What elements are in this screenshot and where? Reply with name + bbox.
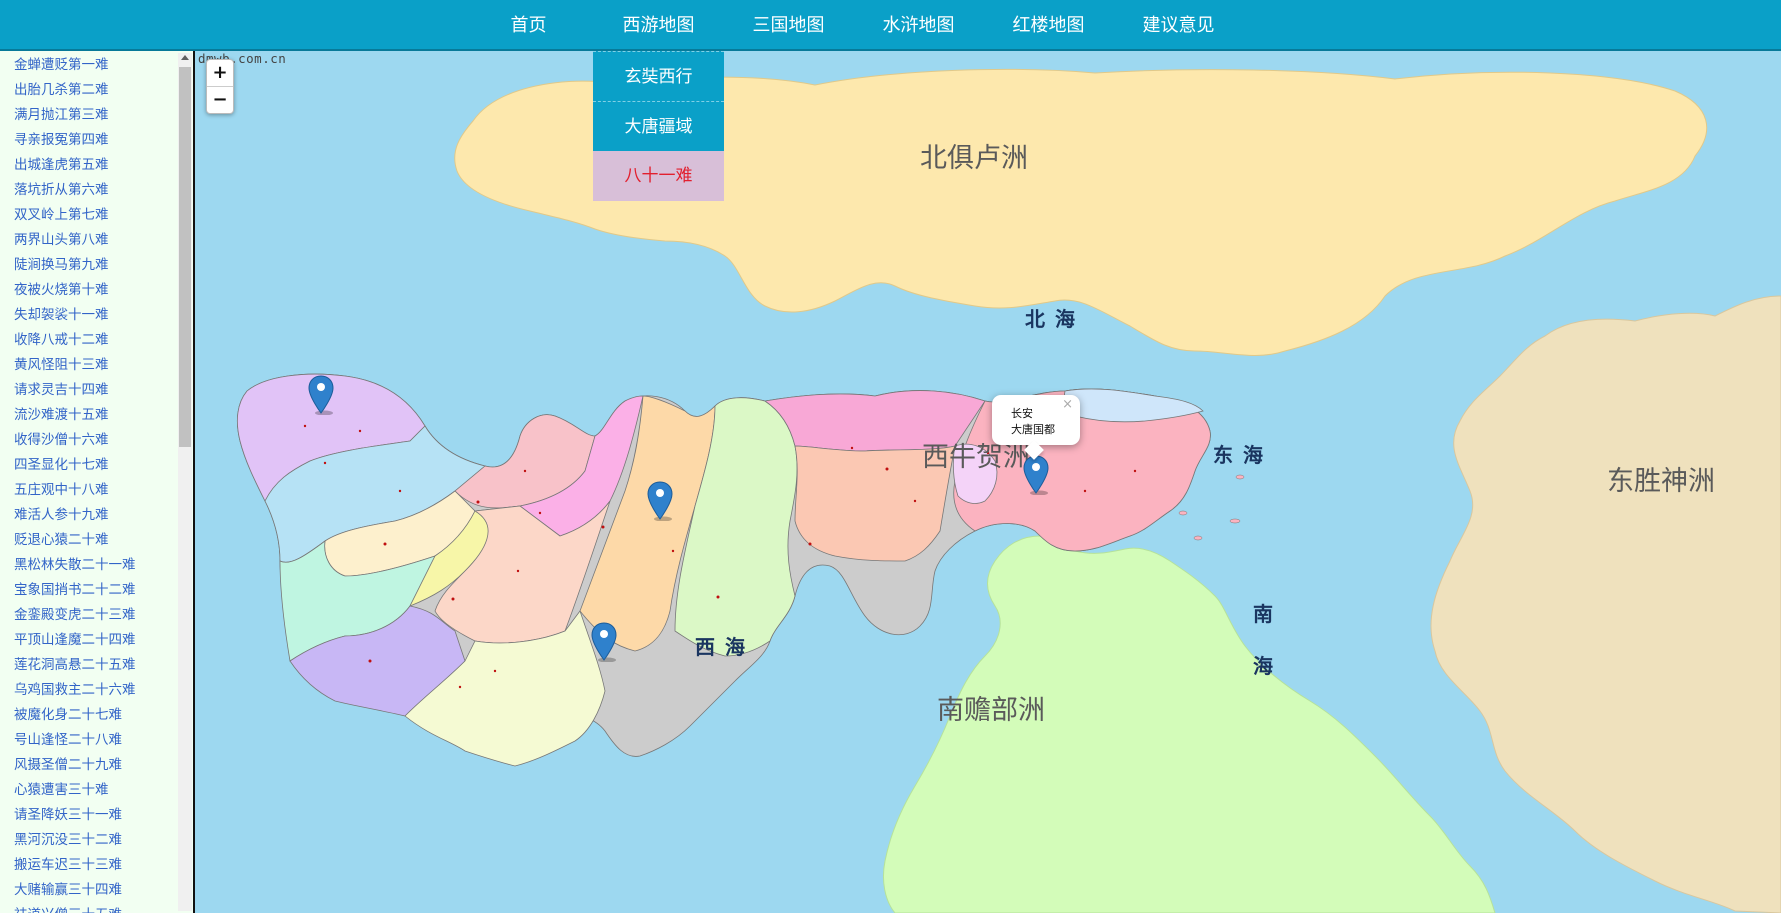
- sidebar-item[interactable]: 五庄观中十八难: [14, 478, 193, 503]
- sidebar-item[interactable]: 平顶山逢魔二十四难: [14, 628, 193, 653]
- sidebar-item[interactable]: 收得沙僧十六难: [14, 428, 193, 453]
- sidebar-item[interactable]: 风摄圣僧二十九难: [14, 753, 193, 778]
- sidebar-item[interactable]: 黑松林失散二十一难: [14, 553, 193, 578]
- sidebar-item[interactable]: 号山逢怪二十八难: [14, 728, 193, 753]
- label-south-sea-top: 南: [1253, 602, 1273, 626]
- sidebar-item[interactable]: 莲花洞高悬二十五难: [14, 653, 193, 678]
- sidebar-item[interactable]: 双叉岭上第七难: [14, 203, 193, 228]
- sidebar-item[interactable]: 大赌输赢三十四难: [14, 878, 193, 903]
- close-icon[interactable]: ×: [1062, 397, 1073, 412]
- nav-shuihu-map[interactable]: 水浒地图: [853, 0, 984, 51]
- sidebar-item[interactable]: 陡涧换马第九难: [14, 253, 193, 278]
- label-south-continent: 南赡部洲: [937, 695, 1045, 726]
- zoom-in-button[interactable]: +: [207, 60, 233, 86]
- map-view[interactable]: dmwb.com.cn + − 北俱卢洲 西牛贺洲 东胜神洲 南赡部洲 北海 东…: [195, 51, 1781, 913]
- sidebar-item[interactable]: 被魔化身二十七难: [14, 703, 193, 728]
- sidebar-item[interactable]: 贬退心猿二十难: [14, 528, 193, 553]
- east-continent: [1430, 295, 1781, 913]
- map-marker-icon[interactable]: [647, 481, 673, 521]
- sidebar-item[interactable]: 搬运车迟三十三难: [14, 853, 193, 878]
- sidebar-scrollbar[interactable]: [178, 53, 192, 911]
- map-marker-icon[interactable]: [308, 375, 334, 415]
- island: [1193, 535, 1203, 541]
- sidebar-item[interactable]: 失却袈裟十一难: [14, 303, 193, 328]
- sidebar-item[interactable]: 祛道兴僧三十五难: [14, 903, 193, 913]
- sidebar-item[interactable]: 请圣降妖三十一难: [14, 803, 193, 828]
- sidebar-item[interactable]: 流沙难渡十五难: [14, 403, 193, 428]
- nav-suggestions[interactable]: 建议意见: [1113, 0, 1244, 51]
- scrollbar-thumb[interactable]: [179, 67, 191, 447]
- island: [1178, 510, 1188, 516]
- sidebar-item[interactable]: 金蝉遭贬第一难: [14, 53, 193, 78]
- nav-home[interactable]: 首页: [463, 0, 594, 51]
- difficulty-list: 金蝉遭贬第一难 出胎几杀第二难 满月抛江第三难 寻亲报冤第四难 出城逢虎第五难 落坑折从第…: [0, 51, 193, 913]
- sidebar-item[interactable]: 黑河沉没三十二难: [14, 828, 193, 853]
- sidebar-item[interactable]: 心猿遭害三十难: [14, 778, 193, 803]
- zoom-out-button[interactable]: −: [207, 86, 233, 113]
- menu-item-eighty-one-hardships[interactable]: 八十一难: [593, 151, 724, 201]
- sidebar-item[interactable]: 请求灵吉十四难: [14, 378, 193, 403]
- xiyou-dropdown-menu: 玄奘西行 大唐疆域 八十一难: [593, 51, 724, 201]
- zoom-control: + −: [206, 59, 234, 114]
- sidebar-item[interactable]: 四圣显化十七难: [14, 453, 193, 478]
- island: [1229, 518, 1241, 524]
- sidebar-item[interactable]: 出胎几杀第二难: [14, 78, 193, 103]
- sidebar-item[interactable]: 夜被火烧第十难: [14, 278, 193, 303]
- sidebar-item[interactable]: 收降八戒十二难: [14, 328, 193, 353]
- scroll-up-arrow-icon[interactable]: [181, 55, 189, 60]
- nav-sanguo-map[interactable]: 三国地图: [723, 0, 854, 51]
- map-marker-icon[interactable]: [1023, 455, 1049, 495]
- label-north-continent: 北俱卢洲: [920, 143, 1028, 174]
- menu-item-tang-territory[interactable]: 大唐疆域: [593, 101, 724, 151]
- label-east-sea: 东海: [1213, 443, 1273, 467]
- sidebar-item[interactable]: 满月抛江第三难: [14, 103, 193, 128]
- sidebar: 金蝉遭贬第一难 出胎几杀第二难 满月抛江第三难 寻亲报冤第四难 出城逢虎第五难 落坑折从第…: [0, 51, 195, 913]
- popup-title: 长安: [1011, 407, 1033, 420]
- sidebar-item[interactable]: 金銮殿变虎二十三难: [14, 603, 193, 628]
- label-east-continent: 东胜神洲: [1607, 466, 1715, 497]
- label-west-sea: 西海: [695, 635, 755, 659]
- nav-xiyou-map[interactable]: 西游地图: [593, 0, 724, 51]
- top-nav: 首页 西游地图 三国地图 水浒地图 红楼地图 建议意见: [0, 0, 1781, 51]
- map-popup: 长安 大唐国都 ×: [992, 395, 1080, 460]
- label-south-sea-bottom: 海: [1253, 654, 1273, 678]
- sidebar-item[interactable]: 难活人参十九难: [14, 503, 193, 528]
- map-canvas: [236, 68, 1781, 913]
- sidebar-item[interactable]: 落坑折从第六难: [14, 178, 193, 203]
- menu-item-xuanzang-journey[interactable]: 玄奘西行: [593, 51, 724, 101]
- sidebar-item[interactable]: 乌鸡国救主二十六难: [14, 678, 193, 703]
- sidebar-item[interactable]: 寻亲报冤第四难: [14, 128, 193, 153]
- sidebar-item[interactable]: 两界山头第八难: [14, 228, 193, 253]
- map-marker-icon[interactable]: [591, 622, 617, 662]
- label-north-sea: 北海: [1025, 307, 1085, 331]
- popup-subtitle: 大唐国都: [1011, 423, 1055, 436]
- sidebar-item[interactable]: 黄风怪阻十三难: [14, 353, 193, 378]
- sidebar-item[interactable]: 宝象国捎书二十二难: [14, 578, 193, 603]
- sidebar-item[interactable]: 出城逢虎第五难: [14, 153, 193, 178]
- island: [1235, 474, 1245, 480]
- nav-honglou-map[interactable]: 红楼地图: [983, 0, 1114, 51]
